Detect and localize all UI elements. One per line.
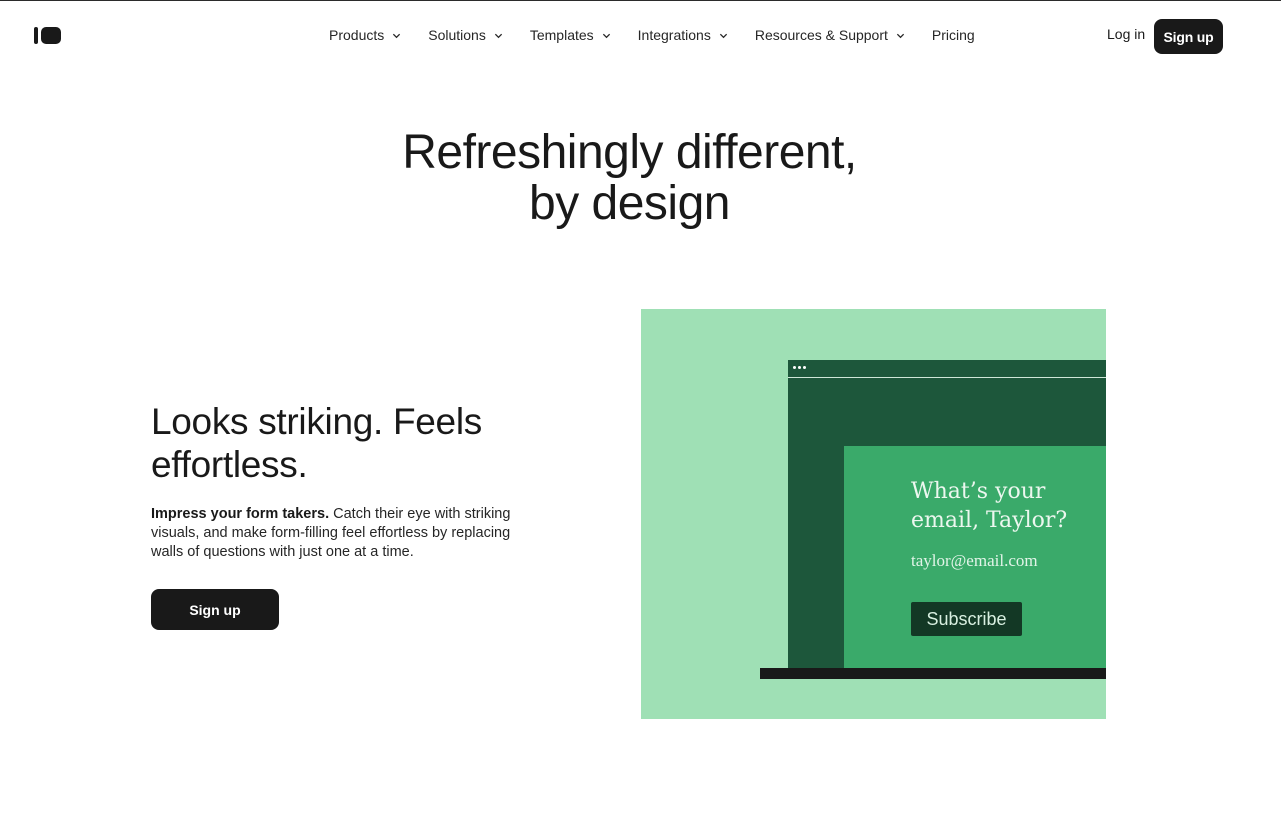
login-link[interactable]: Log in — [1107, 26, 1145, 42]
signup-button-feature[interactable]: Sign up — [151, 589, 279, 630]
subscribe-button: Subscribe — [911, 602, 1022, 636]
chevron-down-icon — [896, 33, 905, 38]
form-card: What’s your email, Taylor? taylor@email.… — [844, 446, 1106, 668]
main-nav: Products Solutions Templates Integration… — [329, 23, 975, 47]
nav-label: Integrations — [637, 27, 711, 43]
hero-title: Refreshingly different, by design — [0, 127, 1259, 229]
nav-products[interactable]: Products — [329, 27, 401, 43]
nav-solutions[interactable]: Solutions — [428, 27, 503, 43]
chevron-down-icon — [719, 33, 727, 38]
nav-label: Pricing — [931, 27, 975, 43]
feature-heading: Looks striking. Feels effortless. — [151, 401, 482, 485]
site-header: Products Solutions Templates Integration… — [0, 1, 1281, 67]
form-email-value: taylor@email.com — [911, 551, 1038, 570]
nav-templates[interactable]: Templates — [530, 27, 611, 43]
logo-icon[interactable] — [34, 27, 61, 44]
chevron-down-icon — [602, 33, 610, 38]
hero-title-line-1: Refreshingly different, — [402, 126, 857, 179]
desk-shelf — [760, 668, 1106, 679]
form-question: What’s your email, Taylor? — [911, 479, 1068, 533]
feature-description: Impress your form takers. Catch their ey… — [151, 505, 531, 562]
nav-resources-support[interactable]: Resources & Support — [755, 27, 905, 43]
nav-label: Templates — [529, 27, 594, 43]
signup-button-header[interactable]: Sign up — [1154, 19, 1223, 54]
form-illustration: What’s your email, Taylor? taylor@email.… — [641, 309, 1106, 719]
window-bar-divider — [788, 377, 1106, 378]
nav-integrations[interactable]: Integrations — [638, 27, 728, 43]
nav-label: Solutions — [428, 27, 486, 43]
window-dots-icon — [793, 366, 808, 369]
chevron-down-icon — [393, 33, 401, 38]
nav-pricing[interactable]: Pricing — [932, 27, 975, 43]
chevron-down-icon — [494, 33, 502, 38]
nav-label: Resources & Support — [754, 27, 888, 43]
feature-description-bold: Impress your form takers. — [151, 506, 330, 522]
nav-label: Products — [329, 27, 385, 43]
hero-title-line-2: by design — [529, 177, 730, 230]
